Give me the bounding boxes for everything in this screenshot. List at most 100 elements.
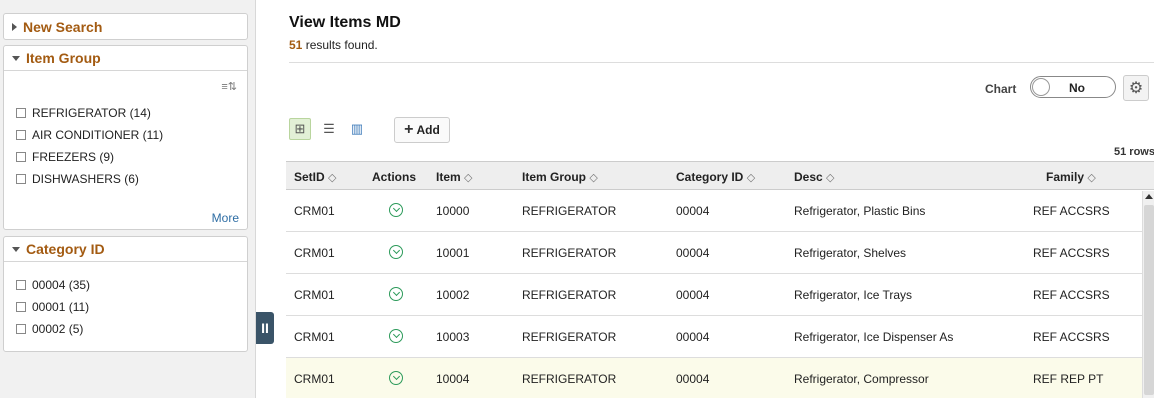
cell-item-group: REFRIGERATOR	[522, 288, 617, 302]
col-header-desc[interactable]: Desc ◇	[794, 170, 835, 184]
col-header-item-group[interactable]: Item Group ◇	[522, 170, 598, 184]
table-row[interactable]: CRM01 10000 REFRIGERATOR 00004 Refrigera…	[286, 190, 1154, 232]
table-row[interactable]: CRM01 10004 REFRIGERATOR 00004 Refrigera…	[286, 358, 1154, 398]
category-id-facet: Category ID 00004 (35) 00001 (11) 00002 …	[3, 236, 248, 352]
col-header-category-id[interactable]: Category ID ◇	[676, 170, 755, 184]
actions-chevron-icon[interactable]	[389, 245, 403, 259]
actions-chevron-icon[interactable]	[389, 287, 403, 301]
results-summary: 51 results found.	[289, 38, 378, 52]
category-option[interactable]: 00002 (5)	[4, 318, 247, 340]
sort-icon: ◇	[1087, 172, 1096, 184]
collapse-panel-button[interactable]: II	[256, 312, 274, 344]
collapse-triangle-icon	[12, 246, 20, 252]
table-row[interactable]: CRM01 10002 REFRIGERATOR 00004 Refrigera…	[286, 274, 1154, 316]
actions-chevron-icon[interactable]	[389, 203, 403, 217]
cell-setid: CRM01	[294, 246, 335, 260]
cell-desc: Refrigerator, Plastic Bins	[794, 204, 926, 218]
option-label: DISHWASHERS (6)	[32, 172, 139, 186]
item-group-title: Item Group	[26, 50, 101, 66]
vertical-scrollbar[interactable]	[1142, 191, 1154, 398]
cell-desc: Refrigerator, Ice Dispenser As	[794, 330, 954, 344]
gear-icon[interactable]: ⚙	[1123, 75, 1149, 101]
cell-desc: Refrigerator, Ice Trays	[794, 288, 913, 302]
cell-setid: CRM01	[294, 288, 335, 302]
option-label: REFRIGERATOR (14)	[32, 106, 151, 120]
cell-desc: Refrigerator, Shelves	[794, 246, 907, 260]
results-text: results found.	[305, 38, 378, 52]
more-link[interactable]: More	[212, 211, 239, 225]
new-search-header[interactable]: New Search	[4, 14, 247, 39]
category-option[interactable]: 00004 (35)	[4, 274, 247, 296]
option-label: 00004 (35)	[32, 278, 91, 292]
cell-desc: Refrigerator, Compressor	[794, 372, 929, 386]
option-label: FREEZERS (9)	[32, 150, 115, 164]
grid-header: SetID ◇ Actions Item ◇ Item Group ◇ Cate…	[286, 161, 1154, 190]
list-view-icon[interactable]: ☰	[318, 118, 340, 140]
search-facets-panel: New Search Item Group ≡⇅ REFRIGERATOR (1…	[0, 0, 256, 398]
table-row[interactable]: CRM01 10001 REFRIGERATOR 00004 Refrigera…	[286, 232, 1154, 274]
results-grid: SetID ◇ Actions Item ◇ Item Group ◇ Cate…	[286, 161, 1154, 398]
col-header-setid[interactable]: SetID ◇	[294, 170, 337, 184]
cell-family: REF ACCSRS	[1033, 246, 1110, 260]
item-group-facet: Item Group ≡⇅ REFRIGERATOR (14) AIR COND…	[3, 45, 248, 230]
checkbox[interactable]	[16, 152, 26, 162]
cell-item-group: REFRIGERATOR	[522, 372, 617, 386]
cell-setid: CRM01	[294, 372, 335, 386]
cell-setid: CRM01	[294, 330, 335, 344]
divider	[289, 62, 1154, 63]
cell-item-group: REFRIGERATOR	[522, 204, 617, 218]
cell-category-id: 00004	[676, 330, 710, 344]
cell-family: REF ACCSRS	[1033, 330, 1110, 344]
cell-item-group: REFRIGERATOR	[522, 246, 617, 260]
table-row[interactable]: CRM01 10003 REFRIGERATOR 00004 Refrigera…	[286, 316, 1154, 358]
checkbox[interactable]	[16, 130, 26, 140]
cell-item: 10004	[436, 372, 470, 386]
item-group-header[interactable]: Item Group	[4, 46, 247, 71]
option-label: AIR CONDITIONER (11)	[32, 128, 164, 142]
page-title: View Items MD	[289, 14, 401, 31]
sort-icon: ◇	[589, 172, 598, 184]
chart-view-icon[interactable]: ▥	[346, 118, 368, 140]
scrollbar-thumb[interactable]	[1144, 205, 1154, 395]
actions-chevron-icon[interactable]	[389, 329, 403, 343]
sort-icon: ◇	[328, 172, 337, 184]
col-header-actions: Actions	[372, 170, 417, 184]
plus-icon: +	[404, 121, 414, 138]
checkbox[interactable]	[16, 174, 26, 184]
cell-family: REF REP PT	[1033, 372, 1104, 386]
chart-label: Chart	[985, 82, 1017, 96]
item-group-option[interactable]: DISHWASHERS (6)	[4, 168, 247, 190]
row-count: 51 rows	[1114, 146, 1154, 158]
checkbox[interactable]	[16, 302, 26, 312]
page: New Search Item Group ≡⇅ REFRIGERATOR (1…	[0, 0, 1154, 398]
col-header-item[interactable]: Item ◇	[436, 170, 473, 184]
grid-view-icon[interactable]: ⊞	[289, 118, 311, 140]
item-group-option[interactable]: REFRIGERATOR (14)	[4, 102, 247, 124]
cell-category-id: 00004	[676, 246, 710, 260]
collapse-triangle-icon	[12, 55, 20, 61]
item-group-option[interactable]: FREEZERS (9)	[4, 146, 247, 168]
chart-toggle[interactable]: No	[1030, 76, 1116, 98]
add-button[interactable]: + Add	[394, 117, 450, 143]
item-group-option[interactable]: AIR CONDITIONER (11)	[4, 124, 247, 146]
cell-family: REF ACCSRS	[1033, 204, 1110, 218]
cell-item: 10003	[436, 330, 470, 344]
cell-category-id: 00004	[676, 372, 710, 386]
cell-item: 10001	[436, 246, 470, 260]
category-option[interactable]: 00001 (11)	[4, 296, 247, 318]
add-label: Add	[416, 123, 440, 137]
sort-icon[interactable]: ≡⇅	[221, 80, 237, 93]
actions-chevron-icon[interactable]	[389, 371, 403, 385]
chart-toggle-value: No	[1069, 81, 1085, 95]
category-id-header[interactable]: Category ID	[4, 237, 247, 262]
checkbox[interactable]	[16, 324, 26, 334]
sort-icon: ◇	[464, 172, 473, 184]
cell-category-id: 00004	[676, 204, 710, 218]
cell-item: 10000	[436, 204, 470, 218]
scroll-up-arrow-icon[interactable]	[1145, 194, 1153, 199]
new-search-facet[interactable]: New Search	[3, 13, 248, 40]
cell-family: REF ACCSRS	[1033, 288, 1110, 302]
checkbox[interactable]	[16, 280, 26, 290]
checkbox[interactable]	[16, 108, 26, 118]
col-header-family[interactable]: Family ◇	[1046, 170, 1096, 184]
